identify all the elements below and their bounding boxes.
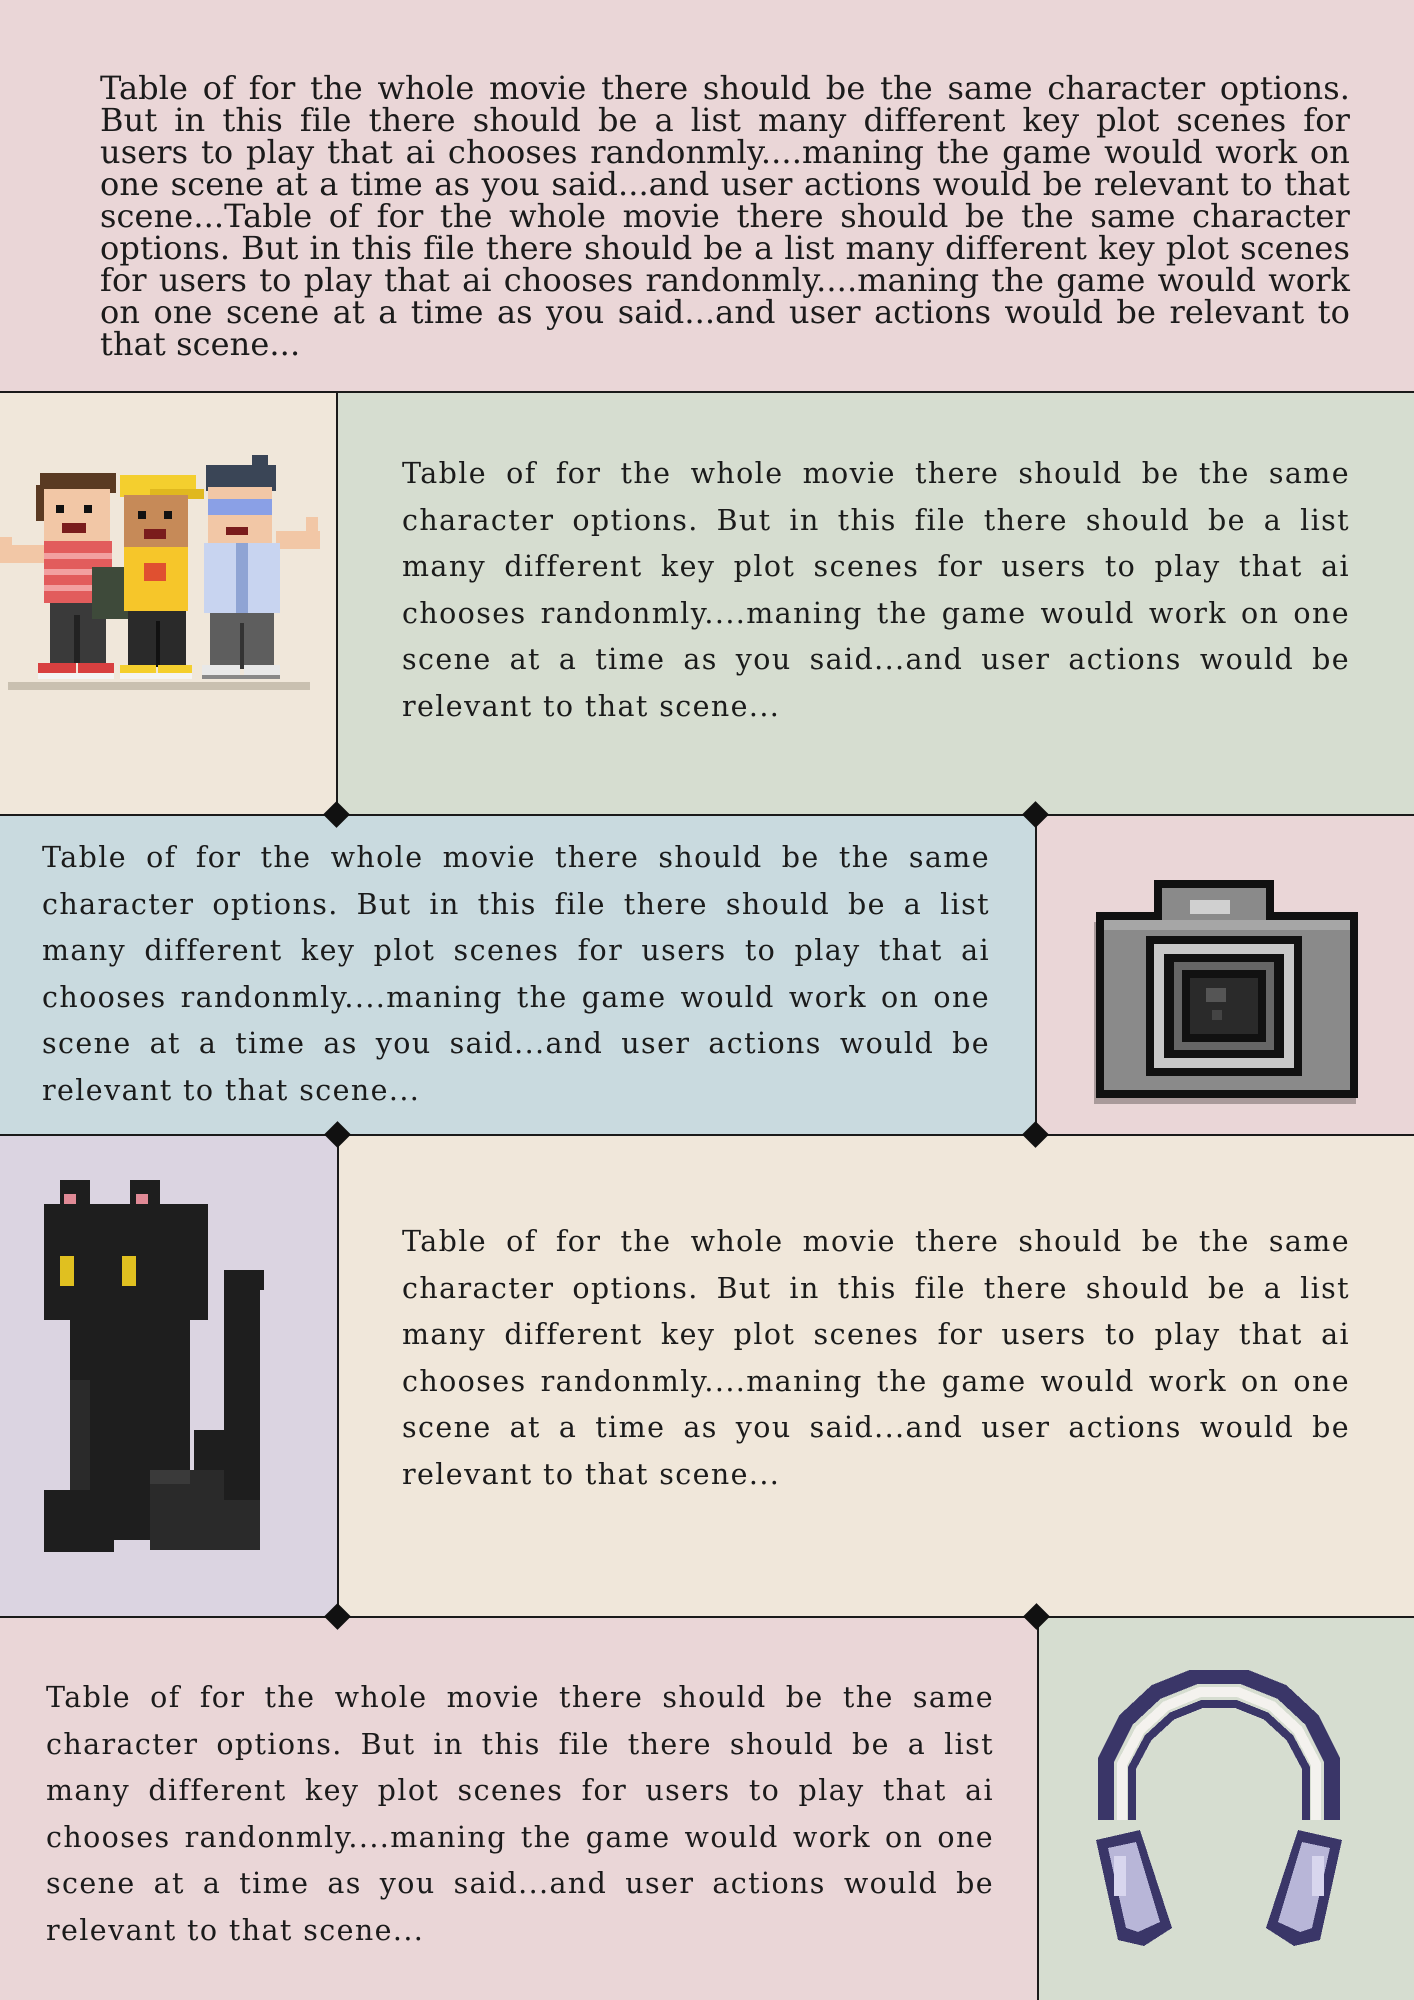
- row4-paragraph: Table of for the whole movie there shoul…: [46, 1681, 994, 1947]
- headphones-pixel-icon: [1086, 1668, 1352, 1950]
- divider-line: [0, 814, 1414, 816]
- three-kids-pixel-icon: [0, 455, 320, 695]
- divider-line: [1037, 1617, 1039, 2000]
- row2-paragraph: Table of for the whole movie there shoul…: [42, 841, 990, 1107]
- divider-line: [336, 392, 338, 815]
- divider-line: [0, 391, 1414, 393]
- row3-paragraph: Table of for the whole movie there shoul…: [402, 1225, 1350, 1491]
- divider-line: [337, 1135, 339, 1617]
- divider-line: [1035, 815, 1037, 1135]
- divider-line: [0, 1616, 1414, 1618]
- intro-paragraph: Table of for the whole movie there shoul…: [100, 69, 1350, 363]
- camera-pixel-icon: [1086, 876, 1362, 1108]
- divider-line: [0, 1134, 1414, 1136]
- row1-paragraph: Table of for the whole movie there shoul…: [402, 457, 1350, 723]
- black-cat-pixel-icon: [44, 1180, 300, 1552]
